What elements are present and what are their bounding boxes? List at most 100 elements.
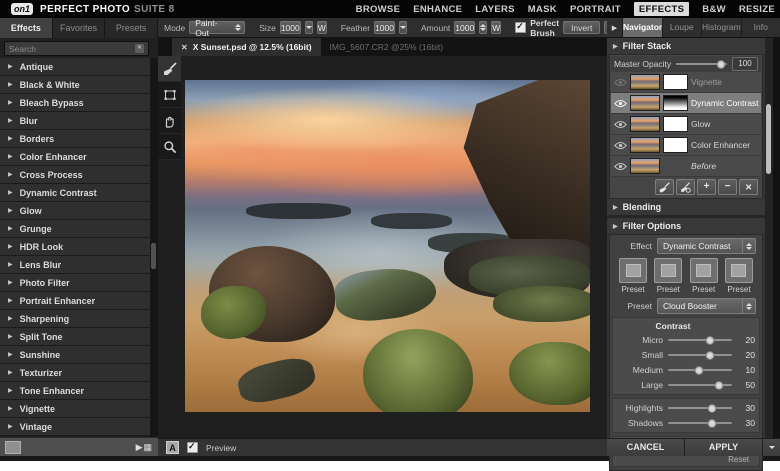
perfect-brush-checkbox[interactable] xyxy=(515,22,526,33)
sidebar-item-sunshine[interactable]: Sunshine xyxy=(0,346,150,364)
blending-header[interactable]: Blending xyxy=(607,199,765,215)
sidebar-item-lens-blur[interactable]: Lens Blur xyxy=(0,256,150,274)
masking-bug-button[interactable] xyxy=(676,179,695,195)
clear-search-icon[interactable]: ✕ xyxy=(135,44,144,53)
right-panel-scrollbar[interactable] xyxy=(765,38,773,456)
document-tab-sunset[interactable]: ✕X Sunset.psd @ 12.5% (16bit) xyxy=(172,38,321,56)
sidebar-item-grunge[interactable]: Grunge xyxy=(0,220,150,238)
size-input[interactable]: 1000 xyxy=(280,21,301,34)
sidebar-scrollbar[interactable] xyxy=(150,58,158,437)
paint-filter-button[interactable] xyxy=(655,179,674,195)
delete-filter-button[interactable]: ✕ xyxy=(739,179,758,195)
remove-filter-button[interactable]: − xyxy=(718,179,737,195)
amount-input[interactable]: 1000 xyxy=(454,21,475,34)
apply-button[interactable]: APPLY xyxy=(685,439,763,456)
eye-icon[interactable] xyxy=(613,99,627,108)
master-opacity-value[interactable]: 100 xyxy=(732,57,758,71)
tab-loupe[interactable]: Loupe xyxy=(663,18,703,37)
sidebar-item-antique[interactable]: Antique xyxy=(0,58,150,76)
slider-handle[interactable] xyxy=(705,336,714,345)
effect-select[interactable]: Dynamic Contrast xyxy=(657,238,756,254)
feather-input[interactable]: 1000 xyxy=(374,21,395,34)
sidebar-item-split-tone[interactable]: Split Tone xyxy=(0,328,150,346)
slider-handle[interactable] xyxy=(714,381,723,390)
layer-row-before[interactable]: Before xyxy=(611,156,761,177)
sidebar-item-hdr-look[interactable]: HDR Look xyxy=(0,238,150,256)
invert-button[interactable]: Invert xyxy=(563,21,600,34)
menu-portrait[interactable]: PORTRAIT xyxy=(570,4,621,15)
amount-w-button[interactable]: W xyxy=(491,21,501,34)
shadows-slider[interactable] xyxy=(668,422,732,424)
slider-handle[interactable] xyxy=(707,404,716,413)
masking-bug-tool[interactable] xyxy=(158,82,181,108)
scrollbar-thumb[interactable] xyxy=(151,243,156,269)
eye-icon[interactable] xyxy=(613,162,627,171)
menu-enhance[interactable]: ENHANCE xyxy=(413,4,462,15)
tab-effects[interactable]: Effects xyxy=(0,18,53,38)
search-input[interactable]: Search ✕ xyxy=(4,41,149,56)
size-w-button[interactable]: W xyxy=(317,21,327,34)
feather-dropdown-button[interactable] xyxy=(399,21,407,34)
micro-slider[interactable] xyxy=(668,339,732,341)
menu-mask[interactable]: MASK xyxy=(528,4,557,15)
small-slider[interactable] xyxy=(668,354,732,356)
sidebar-item-tone-enhancer[interactable]: Tone Enhancer xyxy=(0,382,150,400)
sidebar-item-photo-filter[interactable]: Photo Filter xyxy=(0,274,150,292)
filter-stack-header[interactable]: Filter Stack xyxy=(607,38,765,54)
tab-info[interactable]: Info xyxy=(742,18,780,37)
sidebar-item-sharpening[interactable]: Sharpening xyxy=(0,310,150,328)
medium-slider[interactable] xyxy=(668,369,732,371)
panel-collapse-arrow-icon[interactable]: ▶ xyxy=(607,18,623,37)
sidebar-item-portrait-enhancer[interactable]: Portrait Enhancer xyxy=(0,292,150,310)
photo-canvas[interactable] xyxy=(185,80,590,412)
sidebar-item-color-enhancer[interactable]: Color Enhancer xyxy=(0,148,150,166)
scrollbar-thumb[interactable] xyxy=(766,104,771,174)
master-opacity-slider[interactable] xyxy=(676,63,727,65)
preview-checkbox[interactable] xyxy=(187,442,198,453)
apply-options-button[interactable] xyxy=(763,439,780,456)
menu-resize[interactable]: RESIZE xyxy=(739,4,775,15)
sidebar-item-cross-process[interactable]: Cross Process xyxy=(0,166,150,184)
sidebar-item-vignette[interactable]: Vignette xyxy=(0,400,150,418)
tab-favorites[interactable]: Favorites xyxy=(53,18,106,38)
sidebar-item-texturizer[interactable]: Texturizer xyxy=(0,364,150,382)
slider-handle[interactable] xyxy=(705,351,714,360)
tab-presets[interactable]: Presets xyxy=(105,18,158,38)
layer-row-vignette[interactable]: Vignette xyxy=(611,72,761,93)
filter-options-header[interactable]: Filter Options xyxy=(607,218,765,234)
preset-button-3[interactable]: Preset xyxy=(690,258,718,294)
menu-effects[interactable]: EFFECTS xyxy=(634,2,689,16)
hand-tool[interactable] xyxy=(158,108,181,134)
sidebar-item-dynamic-contrast[interactable]: Dynamic Contrast xyxy=(0,184,150,202)
sidebar-item-bleach-bypass[interactable]: Bleach Bypass xyxy=(0,94,150,112)
eye-icon[interactable] xyxy=(613,78,627,87)
layer-row-dynamic-contrast[interactable]: Dynamic Contrast xyxy=(611,93,761,114)
slider-handle[interactable] xyxy=(707,419,716,428)
large-slider[interactable] xyxy=(668,384,732,386)
zoom-tool[interactable] xyxy=(158,134,181,160)
slider-handle[interactable] xyxy=(716,60,725,69)
menu-browse[interactable]: BROWSE xyxy=(356,4,401,15)
menu-layers[interactable]: LAYERS xyxy=(475,4,514,15)
amount-stepper[interactable] xyxy=(479,21,487,34)
sidebar-item-glow[interactable]: Glow xyxy=(0,202,150,220)
preset-button-1[interactable]: Preset xyxy=(619,258,647,294)
layer-row-color-enhancer[interactable]: Color Enhancer xyxy=(611,135,761,156)
sidebar-item-blur[interactable]: Blur xyxy=(0,112,150,130)
cancel-button[interactable]: CANCEL xyxy=(607,439,685,456)
sidebar-item-borders[interactable]: Borders xyxy=(0,130,150,148)
layer-row-glow[interactable]: Glow xyxy=(611,114,761,135)
eye-icon[interactable] xyxy=(613,120,627,129)
masking-brush-tool[interactable] xyxy=(158,56,181,82)
add-filter-button[interactable]: + xyxy=(697,179,716,195)
sidebar-item-black-white[interactable]: Black & White xyxy=(0,76,150,94)
eye-icon[interactable] xyxy=(613,141,627,150)
preset-button-4[interactable]: Preset xyxy=(725,258,753,294)
close-icon[interactable]: ✕ xyxy=(181,43,188,52)
compare-a-button[interactable]: A xyxy=(166,441,179,454)
preset-button-2[interactable]: Preset xyxy=(654,258,682,294)
highlights-slider[interactable] xyxy=(668,407,732,409)
tab-navigator[interactable]: Navigator xyxy=(623,18,663,37)
mode-select[interactable]: Paint-Out xyxy=(189,21,245,34)
slider-handle[interactable] xyxy=(694,366,703,375)
